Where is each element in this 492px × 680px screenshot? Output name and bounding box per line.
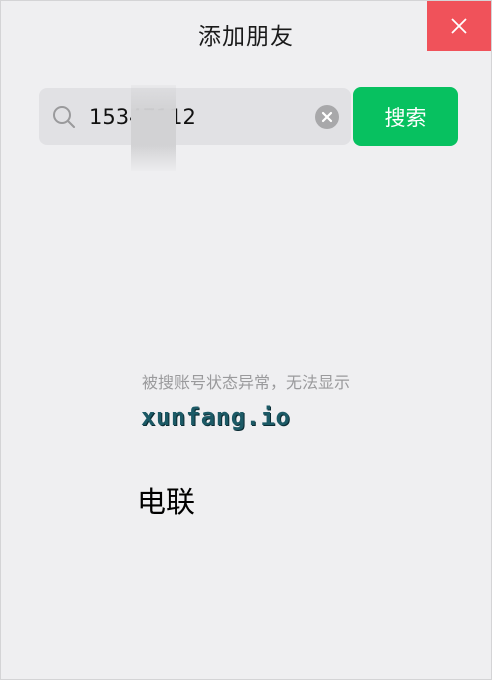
close-button[interactable] bbox=[427, 1, 491, 51]
watermark-text: xunfang.io bbox=[141, 403, 291, 431]
carrier-label: 电联 bbox=[137, 485, 196, 519]
status-message: 被搜账号状态异常，无法显示 bbox=[141, 373, 350, 392]
clear-icon[interactable] bbox=[315, 105, 339, 129]
search-box[interactable] bbox=[39, 85, 351, 171]
add-friend-window: 添加朋友 搜索 被搜账号状态异常，无法显示 xunfang.io 电联 bbox=[0, 0, 492, 680]
search-icon bbox=[53, 106, 75, 128]
close-icon bbox=[451, 18, 467, 34]
blur-overlay bbox=[131, 85, 176, 171]
search-input[interactable] bbox=[89, 88, 307, 145]
window-title: 添加朋友 bbox=[198, 24, 294, 50]
search-button[interactable]: 搜索 bbox=[353, 87, 458, 146]
